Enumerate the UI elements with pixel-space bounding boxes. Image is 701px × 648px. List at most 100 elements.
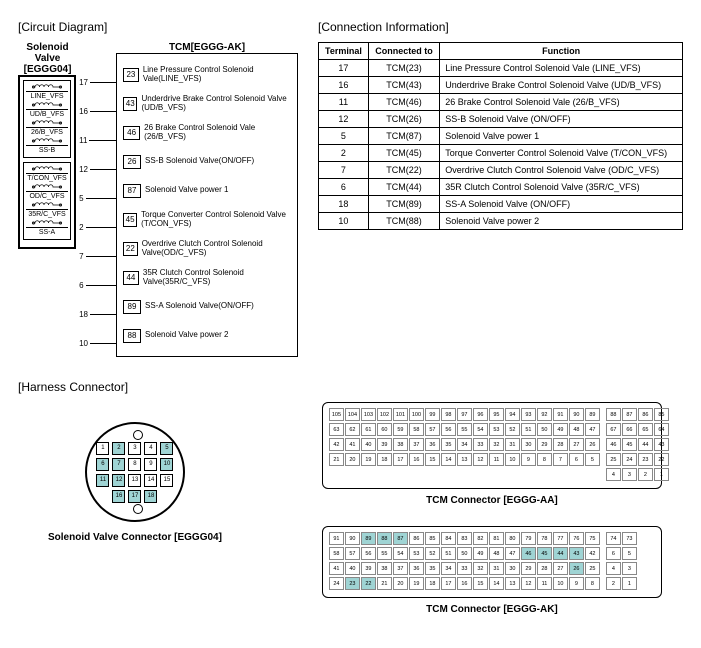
tcm-pin-desc: 35R Clutch Control Solenoid Valve(35R/C_… bbox=[143, 269, 291, 287]
connector-pin: 50 bbox=[537, 423, 552, 436]
connector-pin: 18 bbox=[377, 453, 392, 466]
connector-pin: 97 bbox=[457, 408, 472, 421]
connector-pin: 8 bbox=[128, 458, 141, 471]
connector-pin: 28 bbox=[537, 562, 552, 575]
table-header: Function bbox=[440, 43, 683, 60]
connector-pin: 86 bbox=[409, 532, 424, 545]
connector-pin: 23 bbox=[345, 577, 360, 590]
connector-pin: 101 bbox=[393, 408, 408, 421]
tcm-row: 4626 Brake Control Solenoid Vale (26/B_V… bbox=[123, 118, 291, 147]
wire: 10 bbox=[77, 329, 116, 358]
tcm-connector-ak: 9190898887868584838281807978777675585756… bbox=[322, 526, 662, 615]
tcm-pin-desc: Underdrive Brake Control Solenoid Valve … bbox=[141, 95, 291, 113]
connector-pin: 36 bbox=[425, 438, 440, 451]
connector-pin: 9 bbox=[144, 458, 157, 471]
connector-pin: 67 bbox=[606, 423, 621, 436]
connector-pin: 25 bbox=[606, 453, 621, 466]
connector-pin: 46 bbox=[521, 547, 536, 560]
connector-pin: 20 bbox=[345, 453, 360, 466]
connector-pin: 5 bbox=[160, 442, 173, 455]
connector-pin: 60 bbox=[377, 423, 392, 436]
connector-pin: 11 bbox=[489, 453, 504, 466]
tcm-ak-caption: TCM Connector [EGGG-AK] bbox=[322, 604, 662, 615]
connector-pin: 19 bbox=[361, 453, 376, 466]
sv-item: SS-A bbox=[26, 219, 68, 236]
connector-pin: 5 bbox=[585, 453, 600, 466]
connector-pin: 54 bbox=[393, 547, 408, 560]
wire: 18 bbox=[77, 300, 116, 329]
connector-pin: 25 bbox=[585, 562, 600, 575]
connector-pin: 52 bbox=[505, 423, 520, 436]
sv-item-name: OD/C_VFS bbox=[26, 191, 68, 200]
tcm-row: 88 Solenoid Valve power 2 bbox=[123, 321, 291, 350]
sv-conn-caption: Solenoid Valve Connector [EGGG04] bbox=[48, 532, 222, 543]
sv-item-name: SS-A bbox=[26, 227, 68, 236]
wire: 11 bbox=[77, 126, 116, 155]
connector-pin: 53 bbox=[489, 423, 504, 436]
connector-pin: 15 bbox=[425, 453, 440, 466]
connector-pin: 100 bbox=[409, 408, 424, 421]
sv-item: T/CON_VFS bbox=[26, 165, 68, 182]
connector-pin: 17 bbox=[441, 577, 456, 590]
connector-pin: 37 bbox=[393, 562, 408, 575]
connector-pin: 33 bbox=[457, 562, 472, 575]
sv-item: 26/B_VFS bbox=[26, 119, 68, 136]
connector-pin: 4 bbox=[606, 562, 621, 575]
connector-pin: 24 bbox=[329, 577, 344, 590]
tcm-pin: 43 bbox=[123, 97, 137, 111]
tcm-row: 26SS-B Solenoid Valve(ON/OFF) bbox=[123, 147, 291, 176]
wire-sv-pin: 17 bbox=[77, 78, 90, 87]
wire-sv-pin: 10 bbox=[77, 339, 90, 348]
connector-pin: 35 bbox=[441, 438, 456, 451]
tcm-pin: 88 bbox=[123, 329, 141, 343]
connector-pin: 10 bbox=[505, 453, 520, 466]
connector-pin: 7 bbox=[112, 458, 125, 471]
solenoid-valve-box: LINE_VFSUD/B_VFS26/B_VFSSS-B T/CON_VFSOD… bbox=[18, 75, 76, 249]
connector-pin: 103 bbox=[361, 408, 376, 421]
connector-pin: 12 bbox=[112, 474, 125, 487]
tcm-pin-desc: 26 Brake Control Solenoid Vale (26/B_VFS… bbox=[144, 124, 291, 142]
table-header: Connected to bbox=[368, 43, 439, 60]
connector-pin: 3 bbox=[128, 442, 141, 455]
connector-pin: 49 bbox=[553, 423, 568, 436]
connector-pin: 40 bbox=[361, 438, 376, 451]
connector-pin: 92 bbox=[537, 408, 552, 421]
sv-item-name: 35R/C_VFS bbox=[26, 209, 68, 218]
connector-pin: 22 bbox=[654, 453, 669, 466]
connector-pin: 43 bbox=[569, 547, 584, 560]
tcm-pin: 23 bbox=[123, 68, 139, 82]
connector-pin: 93 bbox=[521, 408, 536, 421]
connector-pin: 20 bbox=[393, 577, 408, 590]
connector-pin: 39 bbox=[361, 562, 376, 575]
connector-pin: 8 bbox=[537, 453, 552, 466]
connector-pin: 28 bbox=[553, 438, 568, 451]
connection-title: [Connection Information] bbox=[318, 20, 683, 34]
connector-pin: 18 bbox=[425, 577, 440, 590]
tcm-pin-desc: Overdrive Clutch Control Solenoid Valve(… bbox=[142, 240, 291, 258]
sv-item: OD/C_VFS bbox=[26, 183, 68, 200]
connector-pin: 5 bbox=[622, 547, 637, 560]
tcm-pin: 87 bbox=[123, 184, 141, 198]
connector-pin: 15 bbox=[473, 577, 488, 590]
tcm-pin: 45 bbox=[123, 213, 137, 227]
connector-pin: 6 bbox=[569, 453, 584, 466]
connector-pin: 58 bbox=[409, 423, 424, 436]
wire: 7 bbox=[77, 242, 116, 271]
connector-pin: 16 bbox=[409, 453, 424, 466]
connector-pin: 81 bbox=[489, 532, 504, 545]
connector-pin: 89 bbox=[361, 532, 376, 545]
connector-pin: 46 bbox=[606, 438, 621, 451]
connector-pin: 57 bbox=[345, 547, 360, 560]
tcm-pin-desc: Solenoid Valve power 2 bbox=[145, 331, 228, 340]
connector-pin: 24 bbox=[622, 453, 637, 466]
connector-pin: 98 bbox=[441, 408, 456, 421]
connector-pin: 13 bbox=[457, 453, 472, 466]
tcm-pin: 22 bbox=[123, 242, 138, 256]
connector-pin: 39 bbox=[377, 438, 392, 451]
sv-item-name: T/CON_VFS bbox=[26, 173, 68, 182]
connector-pin: 2 bbox=[606, 577, 621, 590]
connector-pin: 21 bbox=[377, 577, 392, 590]
wire: 6 bbox=[77, 271, 116, 300]
wire-sv-pin: 18 bbox=[77, 310, 90, 319]
connector-pin: 10 bbox=[160, 458, 173, 471]
